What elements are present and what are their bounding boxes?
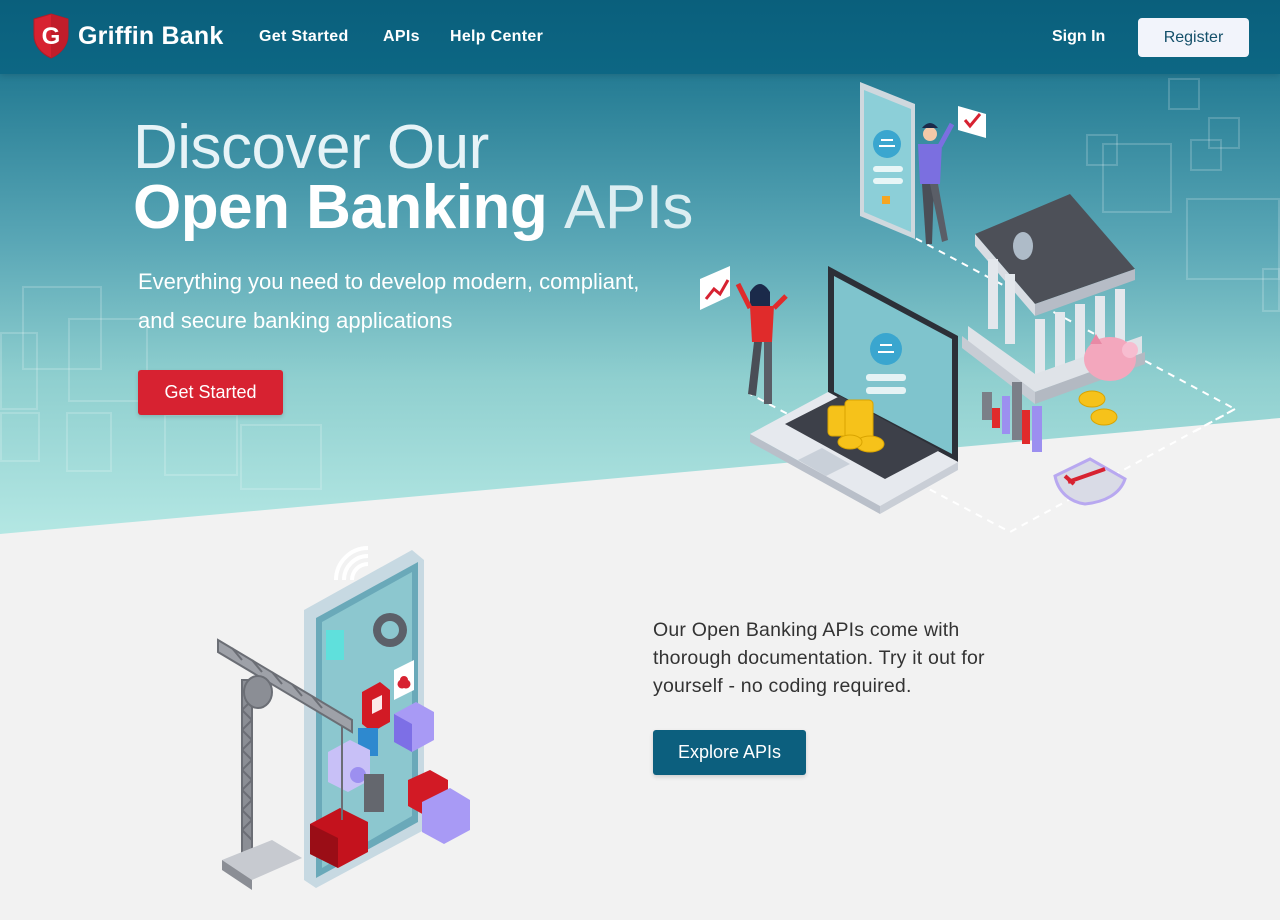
hero-title-line2: Open Banking APIs <box>133 172 693 243</box>
nav-help-center[interactable]: Help Center <box>450 28 543 46</box>
section-description: Our Open Banking APIs come with thorough… <box>653 619 985 697</box>
api-construction-illustration <box>217 546 470 890</box>
trend-chart-bubble-icon <box>700 266 730 310</box>
hero-title-light: APIs <box>564 173 693 242</box>
man-figure-icon <box>918 122 955 244</box>
shield-check-icon <box>1053 457 1127 506</box>
svg-text:G: G <box>42 23 61 50</box>
register-button[interactable]: Register <box>1138 18 1249 57</box>
get-started-button[interactable]: Get Started <box>138 370 283 415</box>
banking-illustration <box>700 82 1238 534</box>
explore-apis-button[interactable]: Explore APIs <box>653 730 806 775</box>
hero-title-bold: Open Banking <box>133 173 548 242</box>
tile-icon <box>326 630 344 660</box>
woman-figure-icon <box>735 282 788 404</box>
hero-subtitle: Everything you need to develop modern, c… <box>138 269 640 333</box>
tile-icon-grey <box>364 774 384 812</box>
coins-icon <box>1078 390 1118 426</box>
sign-in-link[interactable]: Sign In <box>1052 28 1105 46</box>
gear-icon <box>373 613 407 647</box>
brand[interactable]: G Griffin Bank <box>32 13 223 59</box>
brand-name: Griffin Bank <box>78 21 224 50</box>
wifi-icon <box>334 546 369 581</box>
check-bubble-icon <box>958 106 986 138</box>
griffin-shield-logo-icon: G <box>33 13 69 59</box>
nav-get-started[interactable]: Get Started <box>259 28 349 46</box>
nav-apis[interactable]: APIs <box>383 28 420 46</box>
top-navbar: G Griffin Bank Get Started APIs Help Cen… <box>0 0 1280 74</box>
phone-icon <box>860 82 915 239</box>
